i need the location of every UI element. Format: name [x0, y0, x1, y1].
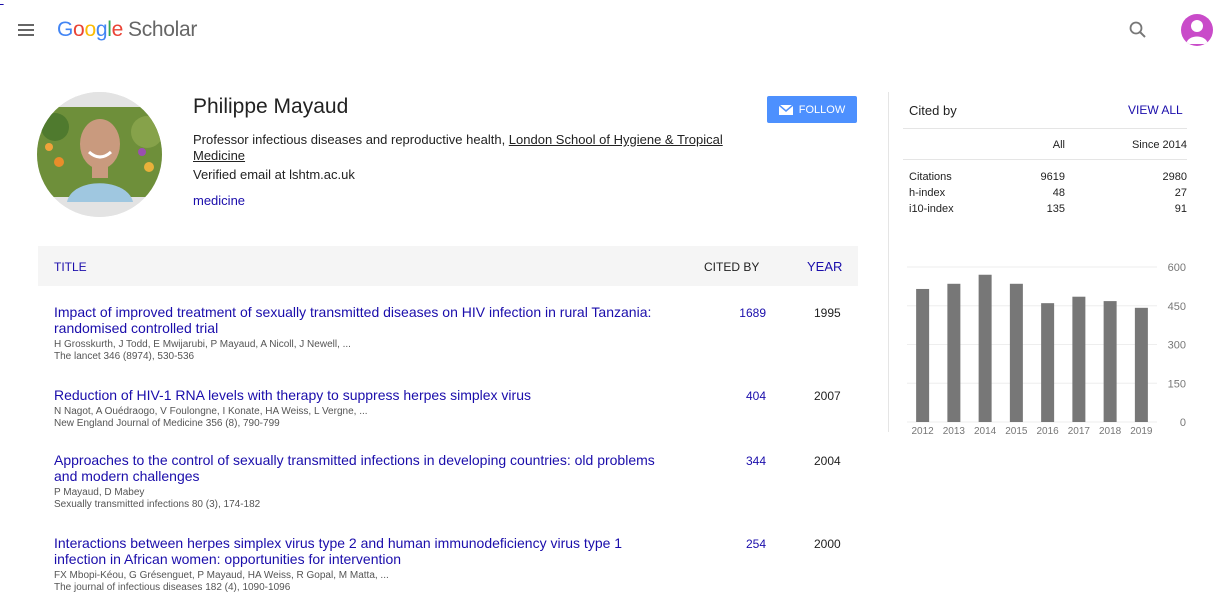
chart-y-tick-label: 600: [1168, 262, 1186, 274]
table-row: Impact of improved treatment of sexually…: [54, 304, 854, 363]
article-cited-by[interactable]: 344: [738, 454, 766, 468]
follow-label: FOLLOW: [798, 103, 846, 116]
article-year: 2004: [814, 454, 841, 468]
stats-label[interactable]: i10-index: [909, 203, 954, 215]
search-icon[interactable]: [1128, 20, 1148, 40]
stats-since: 27: [1174, 187, 1187, 199]
article-authors: P Mayaud, D Mabey: [54, 487, 145, 498]
interest-link[interactable]: medicine: [193, 193, 245, 208]
chart-x-tick-label: 2019: [1130, 426, 1153, 437]
articles-table-header: TITLE CITED BY YEAR: [38, 246, 858, 286]
article-title[interactable]: Approaches to the control of sexually tr…: [54, 452, 674, 484]
table-row: Approaches to the control of sexually tr…: [54, 452, 854, 511]
chart-x-tick-label: 2015: [1005, 426, 1028, 437]
panel-divider: [888, 92, 889, 432]
chart-bar-2018[interactable]: [1103, 301, 1117, 422]
view-all-button[interactable]: VIEW ALL: [1128, 103, 1183, 117]
google-scholar-logo[interactable]: Google Scholar: [57, 18, 197, 42]
article-title[interactable]: Interactions between herpes simplex viru…: [54, 535, 674, 567]
article-year: 1995: [814, 306, 841, 320]
chart-bar-2019[interactable]: [1134, 307, 1148, 422]
verified-email: Verified email at lshtm.ac.uk: [193, 167, 355, 182]
stats-since: 2980: [1162, 171, 1187, 183]
logo-product: Scholar: [127, 18, 198, 41]
stats-row: i10-index 135 91: [903, 202, 1187, 218]
follow-button[interactable]: FOLLOW: [767, 96, 857, 123]
stats-label[interactable]: Citations: [909, 171, 952, 183]
person-icon: [1186, 20, 1208, 44]
profile-photo: [37, 92, 162, 217]
sort-by-cited[interactable]: CITED BY: [704, 260, 759, 274]
article-year: 2000: [814, 537, 841, 551]
cited-by-title: Cited by: [909, 103, 957, 118]
article-venue: The lancet 346 (8974), 530-536: [54, 351, 195, 362]
menu-icon[interactable]: [18, 24, 34, 36]
profile-name: Philippe Mayaud: [193, 95, 349, 118]
article-year: 2007: [814, 389, 841, 403]
chart-y-tick-label: 150: [1168, 378, 1186, 390]
article-cited-by[interactable]: 254: [738, 537, 766, 551]
sort-by-year[interactable]: YEAR: [807, 259, 842, 274]
article-title[interactable]: Impact of improved treatment of sexually…: [54, 304, 674, 336]
table-row: Interactions between herpes simplex viru…: [54, 535, 854, 594]
chart-x-tick-label: 2018: [1099, 426, 1122, 437]
stats-row: h-index 48 27: [903, 186, 1187, 202]
article-venue: New England Journal of Medicine 356 (8),…: [54, 418, 280, 429]
article-authors: FX Mbopi-Kéou, G Grésenguet, P Mayaud, H…: [54, 570, 389, 581]
profile-affiliation: Professor infectious diseases and reprod…: [193, 132, 753, 164]
chart-x-tick-label: 2017: [1068, 426, 1091, 437]
article-authors: H Grosskurth, J Todd, E Mwijarubi, P May…: [54, 339, 351, 350]
chart-y-tick-label: 300: [1168, 340, 1186, 352]
chart-bar-2013[interactable]: [947, 283, 961, 422]
chart-x-tick-label: 2014: [974, 426, 997, 437]
chart-bar-2017[interactable]: [1072, 296, 1086, 422]
stats-row: Citations 9619 2980: [903, 170, 1187, 186]
account-avatar[interactable]: [1181, 14, 1213, 46]
citations-chart: 0 150 300 450 600 2012 2013 2014 2015 2016 2017 201…: [903, 255, 1203, 440]
chart-y-tick-label: 450: [1168, 301, 1186, 313]
top-header: Google Scholar: [0, 6, 1216, 56]
article-cited-by[interactable]: 1689: [738, 306, 766, 320]
chart-x-tick-label: 2012: [912, 426, 935, 437]
article-venue: The journal of infectious diseases 182 (…: [54, 582, 291, 593]
stats-all: 135: [1046, 203, 1065, 215]
chart-y-tick-label: 0: [1180, 417, 1186, 429]
chart-x-tick-label: 2013: [943, 426, 966, 437]
table-row: Reduction of HIV-1 RNA levels with thera…: [54, 387, 854, 430]
sort-by-title[interactable]: TITLE: [54, 260, 87, 274]
stats-all: 9619: [1040, 171, 1065, 183]
chart-bar-2016[interactable]: [1041, 303, 1055, 422]
url-link-remnant[interactable]: [0, 0, 868, 5]
chart-x-tick-label: 2016: [1037, 426, 1060, 437]
chart-bar-2014[interactable]: [978, 274, 992, 422]
citations-bar-chart: 0 150 300 450 600 2012 2013 2014 2015 2016 2017 201…: [907, 262, 1186, 437]
stats-col-since: Since 2014: [1131, 139, 1187, 151]
chart-bar-2015[interactable]: [1009, 283, 1023, 422]
affiliation-text: Professor infectious diseases and reprod…: [193, 132, 509, 147]
article-title[interactable]: Reduction of HIV-1 RNA levels with thera…: [54, 387, 674, 403]
article-cited-by[interactable]: 404: [738, 389, 766, 403]
citation-stats-table: All Since 2014 Citations 9619 2980 h-ind…: [903, 128, 1187, 218]
stats-since: 91: [1174, 203, 1187, 215]
chart-bar-2012[interactable]: [916, 288, 930, 422]
article-venue: Sexually transmitted infections 80 (3), …: [54, 499, 261, 510]
stats-header: All Since 2014: [903, 128, 1187, 160]
mail-icon: [778, 104, 793, 115]
stats-all: 48: [1052, 187, 1065, 199]
article-authors: N Nagot, A Ouédraogo, V Foulongne, I Kon…: [54, 406, 368, 417]
stats-col-all: All: [1052, 139, 1065, 151]
stats-label[interactable]: h-index: [909, 187, 945, 199]
